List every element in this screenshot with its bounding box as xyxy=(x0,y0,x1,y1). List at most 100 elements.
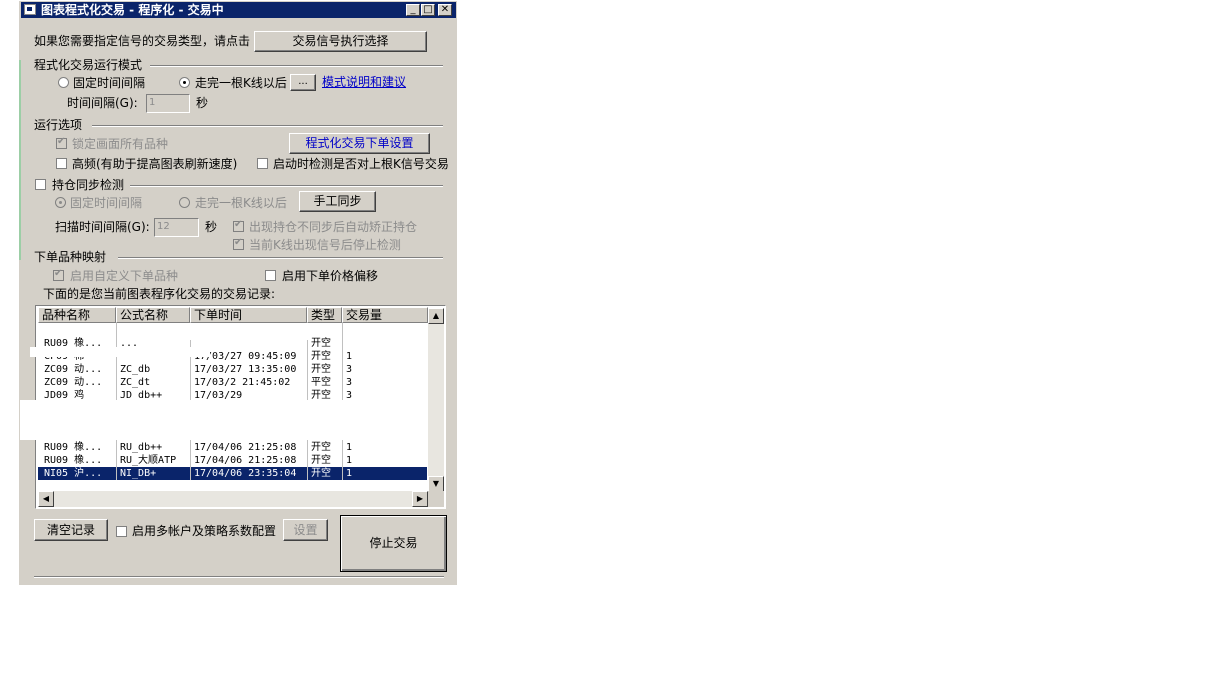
table-row[interactable]: RU09 橡... RU_db++ 17/04/06 21:25:08 开空 1 xyxy=(38,441,427,454)
cell-symbol: NI05 沪... xyxy=(44,468,103,479)
left-edge-marker xyxy=(19,60,21,260)
cell-time: 17/04/06 21:25:08 xyxy=(194,442,297,453)
price-offset-label: 启用下单价格偏移 xyxy=(282,269,379,283)
scan-interval-unit: 秒 xyxy=(205,220,218,234)
order-settings-button[interactable]: 程式化交易下单设置 xyxy=(289,133,430,154)
cell-time: 17/03/27 09:45:09 xyxy=(194,351,297,362)
cell-volume: 1 xyxy=(346,442,353,453)
options-group-line xyxy=(92,125,443,127)
scan-interval-input[interactable]: 12 xyxy=(154,218,199,237)
col-header-formula[interactable]: 公式名称 xyxy=(116,307,190,323)
cell-formula: ZC_db xyxy=(120,364,151,375)
cell-formula: ZC_dt xyxy=(120,377,151,388)
interval-label: 时间间隔(G): xyxy=(67,96,138,110)
footer-line xyxy=(34,576,444,578)
sync-after-bar-label: 走完一根K线以后 xyxy=(195,196,287,210)
scroll-corner xyxy=(428,491,444,507)
cell-type: 开空 xyxy=(311,364,331,375)
stop-on-signal-checkbox[interactable] xyxy=(233,237,244,250)
interval-input[interactable]: 1 xyxy=(146,94,190,113)
mapping-group-line xyxy=(118,257,443,259)
fixed-interval-radio[interactable] xyxy=(58,77,69,88)
auto-fix-label: 出现持仓不同步后自动矫正持仓 xyxy=(249,220,418,234)
high-freq-checkbox[interactable] xyxy=(56,158,67,169)
cell-type: 平空 xyxy=(311,377,331,388)
records-horizontal-scrollbar[interactable] xyxy=(38,491,428,507)
mode-help-link[interactable]: 模式说明和建议 xyxy=(322,74,406,90)
minimize-icon[interactable]: _ xyxy=(406,4,420,16)
signal-prompt: 如果您需要指定信号的交易类型，请点击 xyxy=(34,34,251,48)
price-offset-checkbox[interactable] xyxy=(265,270,276,281)
sync-after-bar-radio[interactable] xyxy=(179,197,190,208)
cell-type: 开空 xyxy=(311,351,331,362)
cell-formula: RU_大顺ATP xyxy=(120,455,177,466)
after-bar-label: 走完一根K线以后 xyxy=(195,76,287,90)
cell-symbol: RU09 橡... xyxy=(44,442,103,453)
signal-select-button[interactable]: 交易信号执行选择 xyxy=(254,31,427,52)
cell-volume: 1 xyxy=(346,468,353,479)
stop-trading-button[interactable]: 停止交易 xyxy=(340,515,447,572)
cell-formula: NI_DB+ xyxy=(120,468,157,479)
cell-type: 开空 xyxy=(311,468,331,479)
interval-unit: 秒 xyxy=(196,96,209,110)
startup-check-label: 启动时检测是否对上根K信号交易 xyxy=(273,157,449,171)
custom-symbol-label: 启用自定义下单品种 xyxy=(70,269,179,283)
col-header-type[interactable]: 类型 xyxy=(307,307,342,323)
cell-volume: 3 xyxy=(346,377,353,388)
fixed-interval-label: 固定时间间隔 xyxy=(73,76,146,90)
maximize-icon[interactable]: □ xyxy=(421,4,435,16)
auto-fix-checkbox[interactable] xyxy=(233,219,244,232)
close-icon[interactable]: ✕ xyxy=(438,4,452,16)
sync-heading: 持仓同步检测 xyxy=(52,178,125,192)
settings-button[interactable]: 设置 xyxy=(283,519,328,541)
after-bar-radio[interactable] xyxy=(179,77,190,88)
clear-records-button[interactable]: 清空记录 xyxy=(34,519,108,541)
scan-interval-label: 扫描时间间隔(G): xyxy=(55,220,150,234)
cell-formula: RU_db++ xyxy=(120,442,163,453)
high-freq-label: 高频(有助于提高图表刷新速度) xyxy=(72,157,238,171)
scroll-left-icon[interactable]: ◀ xyxy=(38,491,54,507)
scroll-up-icon[interactable]: ▲ xyxy=(428,308,444,324)
records-vertical-scrollbar[interactable] xyxy=(428,308,444,492)
scroll-down-icon[interactable]: ▼ xyxy=(428,476,444,492)
cell-time: 17/03/2 21:45:02 xyxy=(194,377,291,388)
col-header-volume[interactable]: 交易量 xyxy=(342,307,428,323)
cell-type: 开空 xyxy=(311,442,331,453)
cell-time: 17/03/27 13:35:00 xyxy=(194,364,297,375)
sync-fixed-radio[interactable] xyxy=(55,197,66,208)
options-heading: 运行选项 xyxy=(34,118,83,132)
cell-symbol: ZC09 动... xyxy=(44,364,103,375)
mapping-heading: 下单品种映射 xyxy=(34,250,107,264)
table-row[interactable]: ZC09 动... ZC_dt 17/03/2 21:45:02 平空 3 xyxy=(38,376,427,389)
sync-fixed-label: 固定时间间隔 xyxy=(70,196,143,210)
custom-symbol-checkbox[interactable] xyxy=(53,268,64,281)
startup-check-checkbox[interactable] xyxy=(257,158,268,169)
table-row-selected[interactable]: NI05 沪... NI_DB+ 17/04/06 23:35:04 开空 1 xyxy=(38,467,427,480)
records-caption: 下面的是您当前图表程序化交易的交易记录: xyxy=(43,287,276,301)
manual-sync-button[interactable]: 手工同步 xyxy=(299,191,376,212)
cell-type: 开空 xyxy=(311,455,331,466)
redaction-patch xyxy=(20,400,360,440)
window-title: 图表程式化交易 - 程序化 - 交易中 xyxy=(41,3,224,17)
cell-symbol: ZC09 动... xyxy=(44,377,103,388)
multi-account-label: 启用多帐户及策略系数配置 xyxy=(132,524,277,538)
cell-type: 开空 xyxy=(311,338,331,349)
redaction-patch xyxy=(360,345,390,365)
mode-group-line xyxy=(150,65,443,67)
lock-all-checkbox[interactable] xyxy=(56,136,67,149)
cell-time: 17/04/06 23:35:04 xyxy=(194,468,297,479)
sync-group-line xyxy=(130,185,443,187)
table-row[interactable]: RU09 橡... RU_大顺ATP 17/04/06 21:25:08 开空 1 xyxy=(38,454,427,467)
col-header-time[interactable]: 下单时间 xyxy=(190,307,307,323)
redaction-patch xyxy=(30,347,210,357)
scroll-right-icon[interactable]: ▶ xyxy=(412,491,428,507)
cell-time: 17/04/06 21:25:08 xyxy=(194,455,297,466)
col-header-symbol[interactable]: 品种名称 xyxy=(38,307,116,323)
mode-more-button[interactable]: ... xyxy=(290,74,316,91)
multi-account-checkbox[interactable] xyxy=(116,526,127,537)
cell-volume: 1 xyxy=(346,455,353,466)
sync-checkbox[interactable] xyxy=(35,179,46,190)
redaction-patch xyxy=(120,323,310,340)
lock-all-label: 锁定画面所有品种 xyxy=(72,137,169,151)
stop-on-signal-label: 当前K线出现信号后停止检测 xyxy=(249,238,401,252)
